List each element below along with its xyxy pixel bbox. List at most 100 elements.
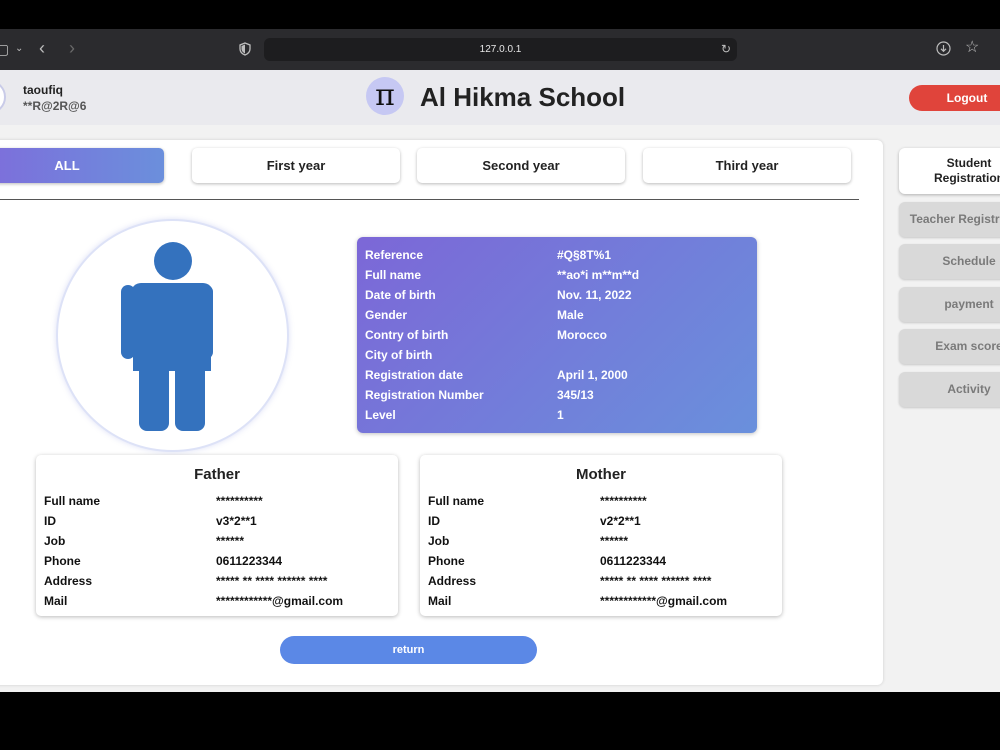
mother-label: Phone xyxy=(428,554,465,568)
school-logo-icon: π xyxy=(366,77,404,115)
side-item-label: Registration xyxy=(933,171,1000,185)
father-label: Mail xyxy=(44,594,68,608)
info-row-country-of-birth: Contry of birth Morocco xyxy=(365,325,757,345)
tab-first-year[interactable]: First year xyxy=(192,148,400,183)
tab-second-year[interactable]: Second year xyxy=(417,148,625,183)
info-label: City of birth xyxy=(365,348,433,362)
mother-card: Mother Full name ********** ID v2*2**1 Job… xyxy=(420,455,782,616)
student-photo xyxy=(56,219,289,452)
address-bar[interactable]: 127.0.0.1 ↻ xyxy=(264,38,737,61)
person-icon xyxy=(121,242,213,431)
tab-all[interactable]: ALL xyxy=(0,148,164,183)
info-label: Full name xyxy=(365,268,422,282)
side-item-exam-score[interactable]: Exam score xyxy=(899,329,1000,364)
info-label: Date of birth xyxy=(365,288,436,302)
info-value: Morocco xyxy=(557,328,608,342)
shield-icon xyxy=(239,42,251,56)
father-label: Phone xyxy=(44,554,81,568)
info-label: Registration Number xyxy=(365,388,484,402)
school-name: Al Hikma School xyxy=(420,82,626,112)
logout-button[interactable]: Logout xyxy=(909,85,1000,111)
divider xyxy=(0,199,859,200)
info-label: Reference xyxy=(365,248,424,262)
back-icon[interactable]: ‹ xyxy=(39,39,45,57)
info-row-reference: Reference #Q§8T%1 xyxy=(365,245,757,265)
info-label: Registration date xyxy=(365,368,464,382)
father-row: ID v3*2**1 xyxy=(44,511,390,531)
main-panel: ALL First year Second year Third year Re… xyxy=(0,140,883,685)
mother-label: Address xyxy=(428,574,477,588)
browser-toolbar: ▢ ⌄ ‹ › 127.0.0.1 ↻ ☆ xyxy=(0,29,1000,70)
info-value: 345/13 xyxy=(557,388,594,402)
mother-row: Phone 0611223344 xyxy=(428,551,774,571)
mother-title: Mother xyxy=(576,466,626,483)
screen-bottom-edge xyxy=(0,692,1000,750)
father-row: Address ***** ** **** ****** **** xyxy=(44,571,390,591)
mother-label: Job xyxy=(428,534,450,548)
return-button[interactable]: return xyxy=(280,636,537,664)
bookmark-star-icon[interactable]: ☆ xyxy=(965,39,979,57)
info-row-gender: Gender Male xyxy=(365,305,757,325)
tab-third-year[interactable]: Third year xyxy=(643,148,851,183)
info-row-level: Level 1 xyxy=(365,405,757,425)
download-icon[interactable] xyxy=(936,41,951,56)
info-value: Nov. 11, 2022 xyxy=(557,288,632,302)
info-value: #Q§8T%1 xyxy=(557,248,612,262)
info-label: Level xyxy=(365,408,396,422)
father-value: 0611223344 xyxy=(216,554,283,568)
father-value: ****** xyxy=(216,534,245,548)
screen: ▢ ⌄ ‹ › 127.0.0.1 ↻ ☆ taoufiq **R@2R@6 π… xyxy=(0,0,1000,750)
username: taoufiq xyxy=(23,83,63,97)
user-avatar xyxy=(0,80,6,114)
url-text: 127.0.0.1 xyxy=(479,44,522,55)
mother-row: Job ****** xyxy=(428,531,774,551)
info-row-full-name: Full name **ao*i m**m**d xyxy=(365,265,757,285)
father-row: Phone 0611223344 xyxy=(44,551,390,571)
mother-value: 0611223344 xyxy=(600,554,667,568)
mother-row: Full name ********** xyxy=(428,491,774,511)
father-title: Father xyxy=(194,466,240,483)
reload-icon[interactable]: ↻ xyxy=(721,38,731,61)
top-bar: taoufiq **R@2R@6 π Al Hikma School Logou… xyxy=(0,70,1000,125)
father-value: ************@gmail.com xyxy=(216,594,344,608)
side-item-activity[interactable]: Activity xyxy=(899,372,1000,407)
mother-row: ID v2*2**1 xyxy=(428,511,774,531)
info-label: Gender xyxy=(365,308,408,322)
mother-value: ****** xyxy=(600,534,629,548)
info-label: Contry of birth xyxy=(365,328,449,342)
info-row-registration-number: Registration Number 345/13 xyxy=(365,385,757,405)
info-value: **ao*i m**m**d xyxy=(557,268,640,282)
father-label: Job xyxy=(44,534,66,548)
info-value: April 1, 2000 xyxy=(557,368,628,382)
mother-label: ID xyxy=(428,514,440,528)
student-info-card: Reference #Q§8T%1 Full name **ao*i m**m**d… xyxy=(357,237,757,433)
mother-label: Mail xyxy=(428,594,452,608)
mother-value: v2*2**1 xyxy=(600,514,641,528)
mother-value: ***** ** **** ****** **** xyxy=(600,574,712,588)
info-value: Male xyxy=(557,308,584,322)
father-value: ***** ** **** ****** **** xyxy=(216,574,328,588)
father-value: ********** xyxy=(216,494,263,508)
page: taoufiq **R@2R@6 π Al Hikma School Logou… xyxy=(0,70,1000,692)
side-item-label: Student xyxy=(946,156,992,170)
info-value: 1 xyxy=(557,408,564,422)
side-item-student-registration[interactable]: Student Registration xyxy=(899,148,1000,194)
side-item-teacher-registration[interactable]: Teacher Registration xyxy=(899,202,1000,237)
mother-row: Mail ************@gmail.com xyxy=(428,591,774,611)
father-card: Father Full name ********** ID v3*2**1 Job… xyxy=(36,455,398,616)
father-label: Full name xyxy=(44,494,101,508)
sidebar-icon[interactable]: ▢ xyxy=(0,39,9,59)
mother-row: Address ***** ** **** ****** **** xyxy=(428,571,774,591)
father-label: ID xyxy=(44,514,56,528)
father-label: Address xyxy=(44,574,93,588)
user-password: **R@2R@6 xyxy=(23,99,87,113)
mother-value: ********** xyxy=(600,494,647,508)
info-row-date-of-birth: Date of birth Nov. 11, 2022 xyxy=(365,285,757,305)
side-item-payment[interactable]: payment xyxy=(899,287,1000,322)
forward-icon[interactable]: › xyxy=(69,39,75,57)
chevron-down-icon[interactable]: ⌄ xyxy=(15,39,23,59)
father-row: Mail ************@gmail.com xyxy=(44,591,390,611)
mother-label: Full name xyxy=(428,494,485,508)
side-item-schedule[interactable]: Schedule xyxy=(899,244,1000,279)
father-value: v3*2**1 xyxy=(216,514,257,528)
